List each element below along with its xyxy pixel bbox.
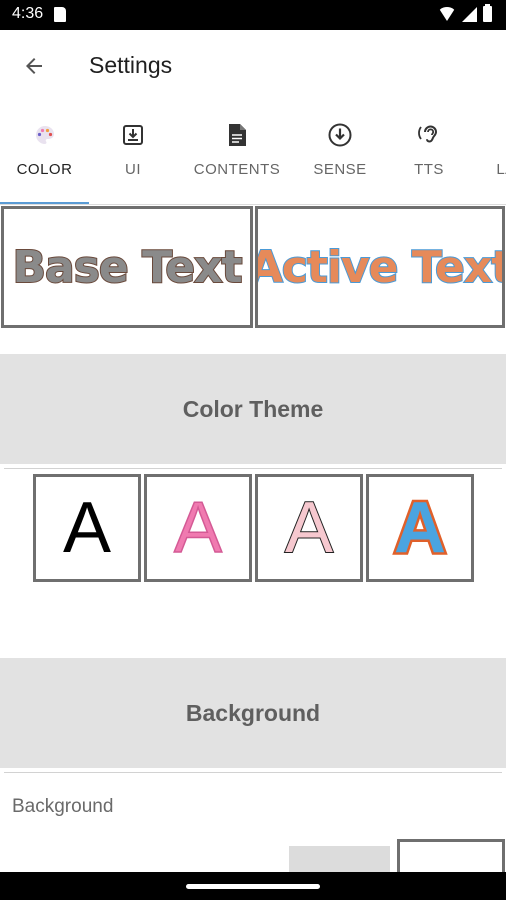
tab-color[interactable]: COLOR xyxy=(0,105,89,205)
arrow-down-circle-icon xyxy=(327,121,353,149)
status-bar: 4:36 xyxy=(0,0,506,30)
status-time: 4:36 xyxy=(12,5,44,22)
download-box-icon xyxy=(121,121,145,149)
tab-label: CONTENTS xyxy=(193,161,281,178)
battery-icon xyxy=(483,4,492,22)
tab-label: COLOR xyxy=(16,161,73,178)
theme-option-light-pink-outline[interactable]: A xyxy=(255,474,363,582)
tab-tts[interactable]: TTS xyxy=(394,105,464,205)
color-theme-header: Color Theme xyxy=(0,354,506,464)
divider xyxy=(0,204,506,205)
active-text-sample: Active Text xyxy=(255,241,505,294)
home-gesture-handle[interactable] xyxy=(186,884,320,889)
page-title: Settings xyxy=(89,52,173,78)
tab-sense[interactable]: SENSE xyxy=(300,105,380,205)
theme-sample-letter: A xyxy=(392,488,449,568)
theme-sample-letter: A xyxy=(284,488,334,568)
back-button[interactable] xyxy=(16,48,52,84)
cell-signal-icon xyxy=(462,6,477,22)
base-text-preview[interactable]: Base Text xyxy=(1,206,253,328)
divider xyxy=(4,468,502,469)
app-bar: Settings xyxy=(0,30,506,100)
tab-label: LA xyxy=(496,161,506,178)
tab-language[interactable]: LA xyxy=(486,105,506,205)
tab-label: SENSE xyxy=(313,161,367,178)
color-theme-options: A A A A xyxy=(33,474,474,582)
background-header: Background xyxy=(0,658,506,768)
section-title: Background xyxy=(185,699,321,726)
theme-option-blue-orange[interactable]: A xyxy=(366,474,474,582)
navigation-bar xyxy=(0,872,506,900)
wifi-icon xyxy=(438,7,456,21)
status-indicators xyxy=(438,4,492,22)
tab-ui[interactable]: UI xyxy=(89,105,177,205)
base-text-sample: Base Text xyxy=(11,241,243,294)
tab-label: UI xyxy=(125,161,141,178)
palette-icon xyxy=(33,121,57,149)
active-text-preview[interactable]: Active Text xyxy=(255,206,505,328)
background-setting-label: Background xyxy=(12,796,114,817)
theme-sample-letter: A xyxy=(173,488,223,568)
theme-option-pink[interactable]: A xyxy=(144,474,252,582)
arrow-left-icon xyxy=(26,58,42,74)
theme-option-black[interactable]: A xyxy=(33,474,141,582)
sd-card-icon xyxy=(54,7,66,22)
tab-contents[interactable]: CONTENTS xyxy=(187,105,287,205)
section-title: Color Theme xyxy=(182,395,324,422)
ear-icon xyxy=(416,121,442,149)
document-icon xyxy=(226,121,248,149)
theme-sample-letter: A xyxy=(62,488,112,568)
divider xyxy=(4,772,502,773)
settings-tabs: COLOR UI CONTENTS SENSE TTS L xyxy=(0,105,506,205)
tab-label: TTS xyxy=(414,161,444,178)
